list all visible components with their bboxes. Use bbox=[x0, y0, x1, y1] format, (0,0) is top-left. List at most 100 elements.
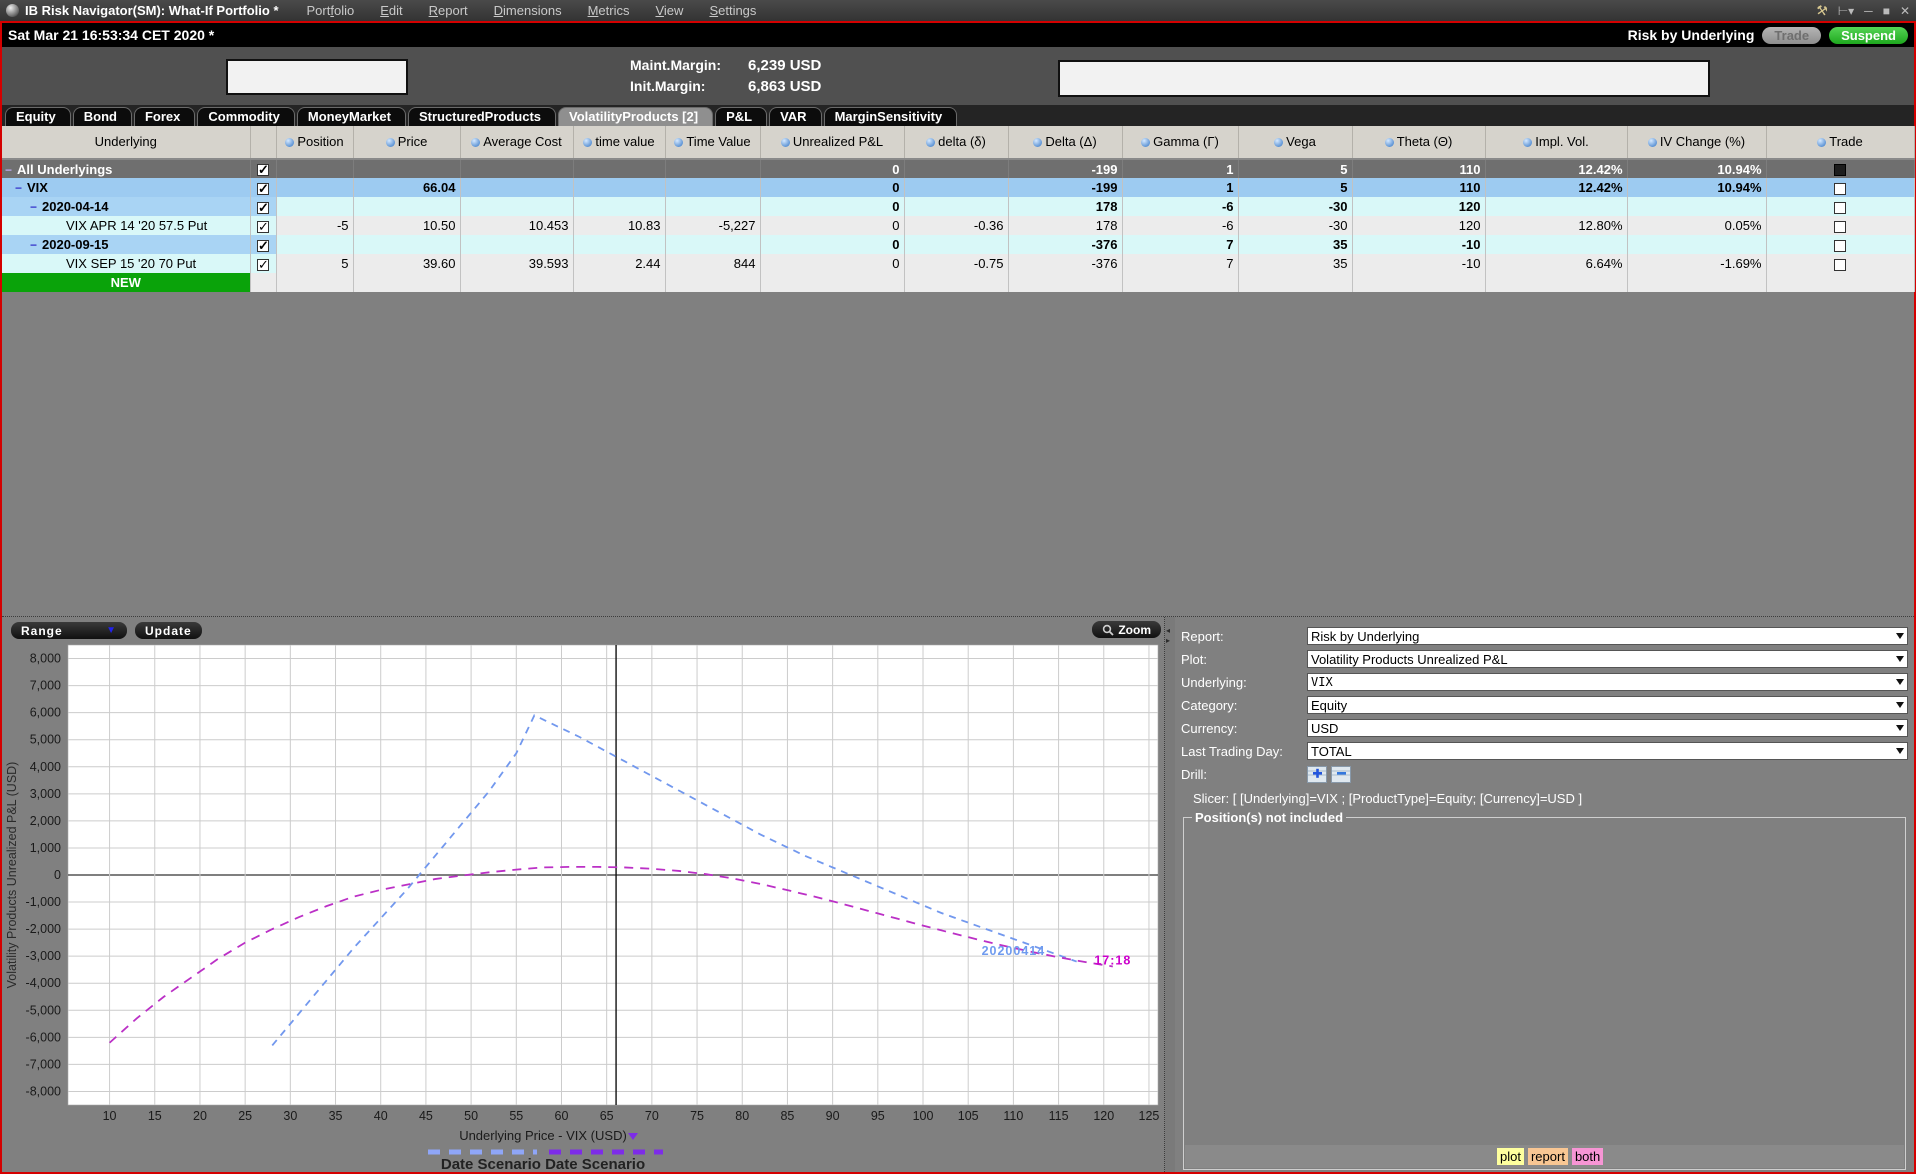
table-row[interactable]: VIX APR 14 '20 57.5 Put-510.5010.45310.8… bbox=[2, 216, 1914, 235]
dropdown-currency[interactable]: USD bbox=[1307, 719, 1908, 737]
wrench-icon[interactable]: ⚒ bbox=[1815, 2, 1829, 20]
description-field[interactable] bbox=[1058, 60, 1710, 97]
suspend-button[interactable]: Suspend bbox=[1829, 27, 1908, 44]
table-row[interactable]: NEW bbox=[2, 273, 1914, 292]
close-button[interactable]: ✕ bbox=[1900, 4, 1910, 18]
trade-checkbox[interactable] bbox=[1834, 164, 1846, 176]
col-header-iv-change-[interactable]: IV Change (%) bbox=[1627, 126, 1766, 159]
svg-text:50: 50 bbox=[464, 1109, 478, 1123]
value-cell-v: 5 bbox=[1238, 178, 1352, 197]
trade-checkbox[interactable] bbox=[1834, 183, 1846, 195]
tab-equity[interactable]: Equity bbox=[5, 107, 71, 126]
table-row[interactable]: −All Underlyings0-1991511012.42%10.94% bbox=[2, 159, 1914, 178]
col-header-time-value[interactable]: Time Value bbox=[665, 126, 760, 159]
col-header-delta-[interactable]: Delta (Δ) bbox=[1008, 126, 1122, 159]
include-checkbox-cell bbox=[250, 178, 276, 197]
value-cell-avg bbox=[460, 178, 573, 197]
underlying-cell[interactable]: −2020-04-14 bbox=[2, 197, 250, 216]
menu-item-report[interactable]: Report bbox=[429, 3, 468, 18]
tab-moneymarket[interactable]: MoneyMarket bbox=[297, 107, 406, 126]
include-checkbox[interactable] bbox=[257, 259, 269, 271]
col-header-time-value[interactable]: time value bbox=[573, 126, 665, 159]
both-view-button[interactable]: both bbox=[1572, 1148, 1603, 1165]
zoom-button[interactable]: Zoom bbox=[1091, 620, 1162, 639]
dropdown-category[interactable]: Equity bbox=[1307, 696, 1908, 714]
dropdown-plot[interactable]: Volatility Products Unrealized P&L bbox=[1307, 650, 1908, 668]
collapse-icon[interactable]: − bbox=[15, 181, 22, 195]
include-checkbox[interactable] bbox=[257, 240, 269, 252]
drill-down-icon[interactable] bbox=[1307, 766, 1327, 783]
splitter-left-icon[interactable]: ◂ bbox=[1166, 627, 1170, 634]
col-header-price[interactable]: Price bbox=[353, 126, 460, 159]
account-field[interactable] bbox=[226, 59, 408, 95]
risk-table: Underlying PositionPriceAverage Costtime … bbox=[2, 126, 1915, 292]
col-header-theta-[interactable]: Theta (Θ) bbox=[1352, 126, 1485, 159]
trade-button[interactable]: Trade bbox=[1762, 27, 1821, 44]
col-header-vega[interactable]: Vega bbox=[1238, 126, 1352, 159]
underlying-cell[interactable]: VIX SEP 15 '20 70 Put bbox=[2, 254, 250, 273]
col-header-impl-vol-[interactable]: Impl. Vol. bbox=[1485, 126, 1627, 159]
dropdown-underlying[interactable]: VIX bbox=[1307, 673, 1908, 691]
pin-icon[interactable]: ⊢▾ bbox=[1838, 4, 1854, 18]
col-header-delta-[interactable]: delta (δ) bbox=[904, 126, 1008, 159]
update-button[interactable]: Update bbox=[134, 621, 203, 640]
splitter-right-icon[interactable]: ▸ bbox=[1166, 637, 1170, 644]
tab-volatilityproducts-2-[interactable]: VolatilityProducts [2] bbox=[558, 107, 713, 126]
plot-view-button[interactable]: plot bbox=[1497, 1148, 1524, 1165]
collapse-icon[interactable]: − bbox=[30, 238, 37, 252]
menu-item-edit[interactable]: Edit bbox=[380, 3, 402, 18]
value-cell-iv bbox=[1485, 197, 1627, 216]
include-checkbox[interactable] bbox=[257, 183, 269, 195]
dropdown-report[interactable]: Risk by Underlying bbox=[1307, 627, 1908, 645]
value-cell-avg bbox=[460, 159, 573, 178]
table-row[interactable]: −VIX66.040-1991511012.42%10.94% bbox=[2, 178, 1914, 197]
tab-var[interactable]: VAR bbox=[769, 107, 821, 126]
table-row[interactable]: −2020-09-150-376735-10 bbox=[2, 235, 1914, 254]
underlying-cell[interactable]: −2020-09-15 bbox=[2, 235, 250, 254]
tab-marginsensitivity[interactable]: MarginSensitivity bbox=[824, 107, 958, 126]
tab-bond[interactable]: Bond bbox=[73, 107, 132, 126]
tab-p-l[interactable]: P&L bbox=[715, 107, 767, 126]
menu-item-settings[interactable]: Settings bbox=[709, 3, 756, 18]
tab-commodity[interactable]: Commodity bbox=[197, 107, 295, 126]
col-header-average-cost[interactable]: Average Cost bbox=[460, 126, 573, 159]
trade-checkbox[interactable] bbox=[1834, 240, 1846, 252]
underlying-cell[interactable]: −All Underlyings bbox=[2, 159, 250, 178]
col-header-gamma-[interactable]: Gamma (Γ) bbox=[1122, 126, 1238, 159]
menu-item-portfolio[interactable]: Portfolio bbox=[307, 3, 355, 18]
include-checkbox[interactable] bbox=[257, 221, 269, 233]
minimize-button[interactable]: ─ bbox=[1864, 4, 1873, 18]
menu-item-view[interactable]: View bbox=[655, 3, 683, 18]
include-checkbox[interactable] bbox=[257, 202, 269, 214]
value-cell-price: 10.50 bbox=[353, 216, 460, 235]
tab-forex[interactable]: Forex bbox=[134, 107, 195, 126]
collapse-icon[interactable]: − bbox=[5, 163, 12, 177]
menu-item-dimensions[interactable]: Dimensions bbox=[494, 3, 562, 18]
trade-checkbox[interactable] bbox=[1834, 259, 1846, 271]
value-cell-tv: 10.83 bbox=[573, 216, 665, 235]
col-header-check[interactable] bbox=[250, 126, 276, 159]
table-row[interactable]: −2020-04-140178-6-30120 bbox=[2, 197, 1914, 216]
dropdown-last-trading-day[interactable]: TOTAL bbox=[1307, 742, 1908, 760]
range-button[interactable]: Range▼ bbox=[10, 621, 128, 640]
collapse-icon[interactable]: − bbox=[30, 200, 37, 214]
include-checkbox[interactable] bbox=[257, 164, 269, 176]
trade-checkbox[interactable] bbox=[1834, 202, 1846, 214]
report-view-button[interactable]: report bbox=[1528, 1148, 1568, 1165]
maximize-button[interactable]: ■ bbox=[1883, 4, 1890, 18]
col-header-trade[interactable]: Trade bbox=[1766, 126, 1914, 159]
col-header-underlying[interactable]: Underlying bbox=[2, 126, 250, 159]
col-header-unrealized-p-l[interactable]: Unrealized P&L bbox=[760, 126, 904, 159]
tab-structuredproducts[interactable]: StructuredProducts bbox=[408, 107, 556, 126]
new-position-button[interactable]: NEW bbox=[2, 273, 250, 292]
trade-checkbox[interactable] bbox=[1834, 221, 1846, 233]
trade-cell bbox=[1766, 178, 1914, 197]
table-row[interactable]: VIX SEP 15 '20 70 Put539.6039.5932.44844… bbox=[2, 254, 1914, 273]
sort-sphere-icon bbox=[1648, 138, 1657, 147]
underlying-cell[interactable]: VIX APR 14 '20 57.5 Put bbox=[2, 216, 250, 235]
panel-splitter[interactable]: ◂ ▸ bbox=[1165, 617, 1175, 1172]
col-header-position[interactable]: Position bbox=[276, 126, 353, 159]
menu-item-metrics[interactable]: Metrics bbox=[588, 3, 630, 18]
drill-up-icon[interactable] bbox=[1331, 766, 1351, 783]
underlying-cell[interactable]: −VIX bbox=[2, 178, 250, 197]
